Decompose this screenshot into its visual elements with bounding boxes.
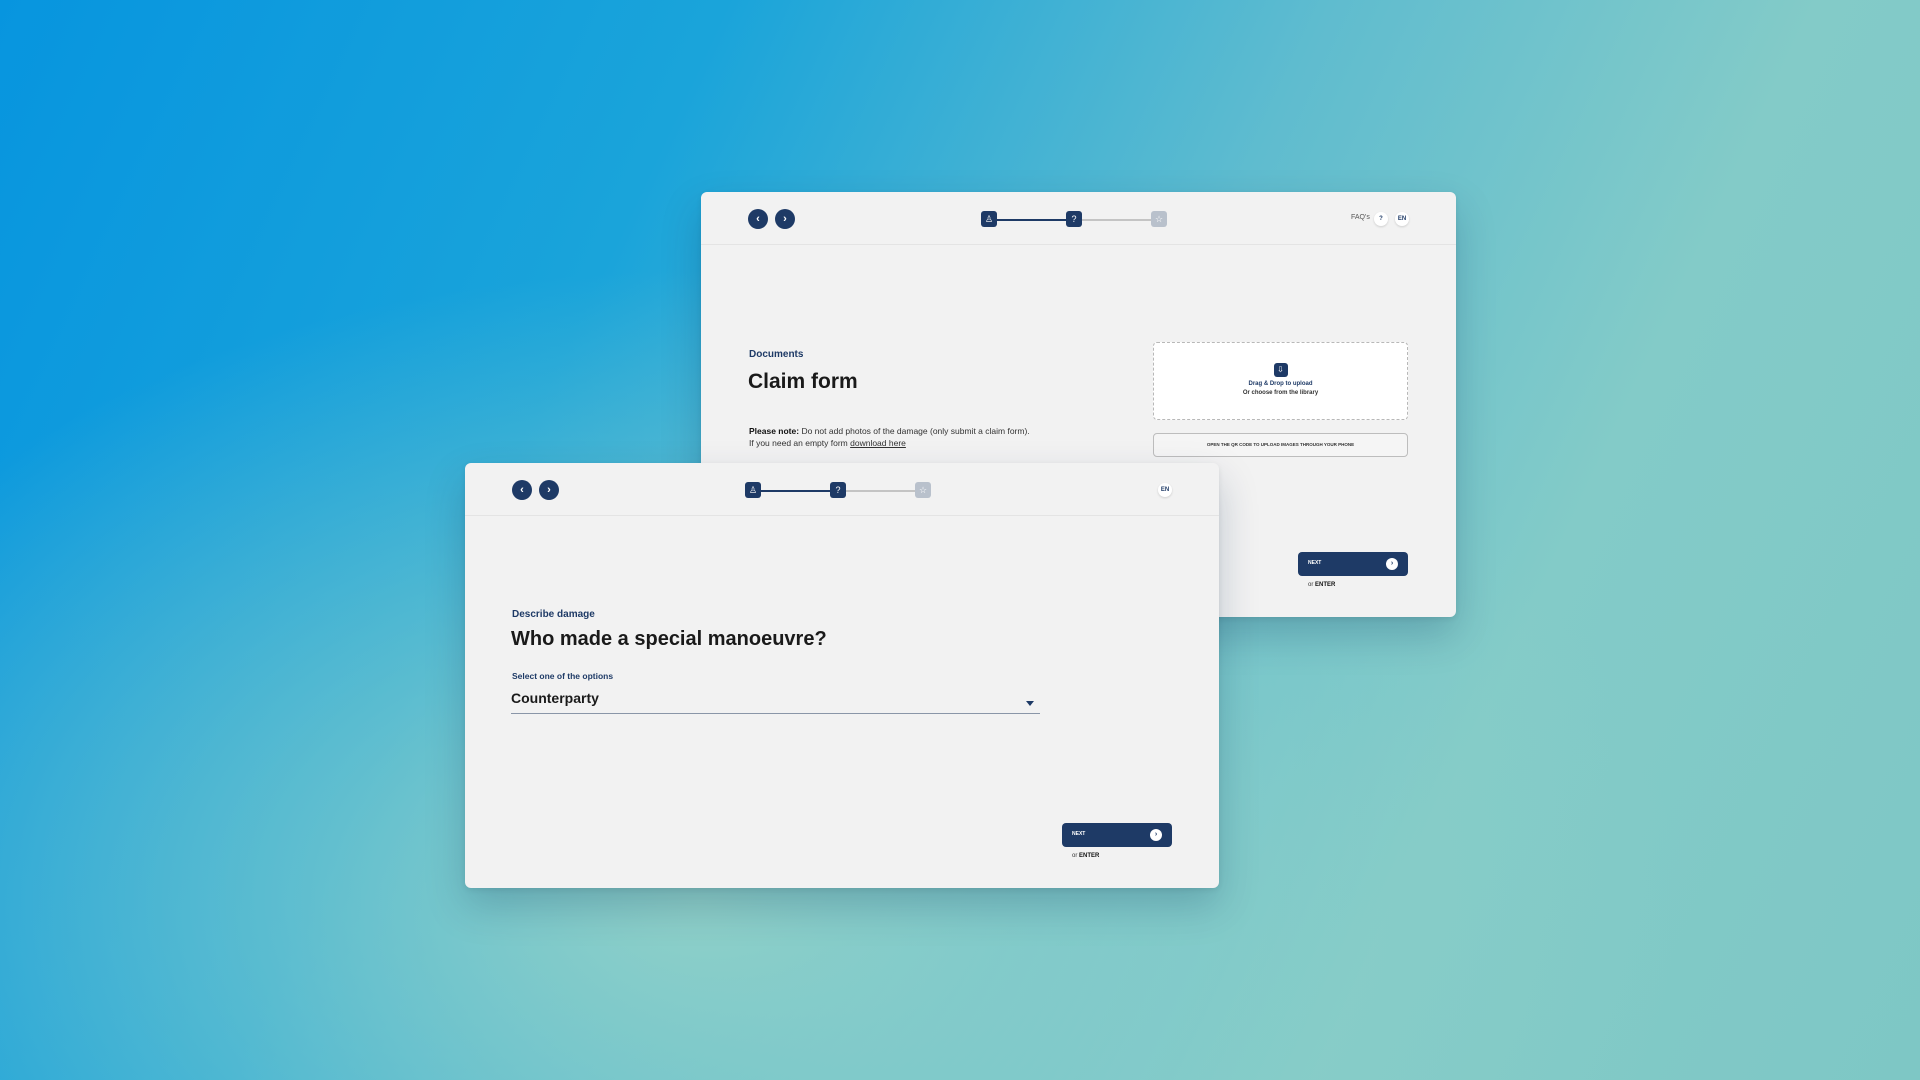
- section-eyebrow: Describe damage: [512, 609, 595, 620]
- page-title: Claim form: [748, 370, 858, 393]
- star-icon: ☆: [1154, 214, 1164, 224]
- describe-damage-window: ‹ › ♙ ? ☆ EN Describe damage Who made a …: [465, 463, 1219, 888]
- enter-hint: or ENTER: [1308, 582, 1335, 588]
- language-button[interactable]: EN: [1158, 483, 1172, 497]
- upload-icon: ⇩: [1273, 363, 1288, 377]
- step-questions[interactable]: ?: [1066, 211, 1082, 227]
- step-summary[interactable]: ☆: [915, 482, 931, 498]
- step-questions[interactable]: ?: [830, 482, 846, 498]
- section-eyebrow: Documents: [749, 349, 804, 360]
- dropzone-secondary-text[interactable]: Or choose from the library: [1154, 390, 1407, 396]
- dropzone-primary-text: Drag & Drop to upload: [1248, 381, 1313, 387]
- enter-prefix: or: [1072, 853, 1078, 859]
- question-icon: ?: [835, 485, 841, 495]
- next-label: NEXT: [1072, 831, 1086, 837]
- arrow-right-icon: ›: [1150, 829, 1162, 841]
- star-icon: ☆: [918, 485, 928, 495]
- enter-key: ENTER: [1079, 853, 1100, 859]
- top-bar: ‹ › ♙ ? ☆ FAQ's ? EN: [701, 192, 1456, 245]
- faq-button[interactable]: ?: [1374, 212, 1388, 226]
- question-icon: ?: [1071, 214, 1077, 224]
- chevron-right-icon: ›: [547, 484, 551, 496]
- step-personal[interactable]: ♙: [745, 482, 761, 498]
- step-connector-pending: [846, 490, 915, 492]
- enter-key: ENTER: [1315, 582, 1336, 588]
- step-connector-complete: [997, 219, 1066, 221]
- qr-code-button[interactable]: OPEN THE QR CODE TO UPLOAD IMAGES THROUG…: [1153, 433, 1408, 457]
- chevron-left-icon: ‹: [756, 213, 760, 225]
- enter-hint: or ENTER: [1072, 853, 1099, 859]
- select-value: Counterparty: [511, 690, 599, 706]
- next-label: NEXT: [1308, 560, 1322, 566]
- arrow-right-icon: ›: [1386, 558, 1398, 570]
- back-button[interactable]: ‹: [512, 480, 532, 500]
- user-icon: ♙: [748, 485, 758, 495]
- step-connector-complete: [761, 490, 830, 492]
- note-text: Please note: Do not add photos of the da…: [749, 425, 1030, 449]
- next-button[interactable]: NEXT ›: [1062, 823, 1172, 847]
- back-button[interactable]: ‹: [748, 209, 768, 229]
- step-connector-pending: [1082, 219, 1151, 221]
- chevron-right-icon: ›: [783, 213, 787, 225]
- question-title: Who made a special manoeuvre?: [511, 628, 827, 650]
- enter-prefix: or: [1308, 582, 1314, 588]
- note-bold: Please note:: [749, 426, 800, 436]
- step-summary[interactable]: ☆: [1151, 211, 1167, 227]
- user-icon: ♙: [984, 214, 994, 224]
- download-link[interactable]: download here: [850, 438, 906, 448]
- note-line2: If you need an empty form: [749, 438, 848, 448]
- note-body: Do not add photos of the damage (only su…: [801, 426, 1030, 436]
- question-icon: ?: [1379, 216, 1383, 222]
- upload-dropzone[interactable]: ⇩ Drag & Drop to upload Or choose from t…: [1153, 342, 1408, 420]
- chevron-left-icon: ‹: [520, 484, 524, 496]
- option-select[interactable]: Counterparty: [511, 688, 1040, 714]
- faq-link[interactable]: FAQ's: [1351, 214, 1370, 221]
- chevron-down-icon: [1026, 701, 1034, 706]
- select-label: Select one of the options: [512, 671, 614, 681]
- step-personal[interactable]: ♙: [981, 211, 997, 227]
- forward-button[interactable]: ›: [775, 209, 795, 229]
- language-button[interactable]: EN: [1395, 212, 1409, 226]
- top-bar: ‹ › ♙ ? ☆ EN: [465, 463, 1219, 516]
- forward-button[interactable]: ›: [539, 480, 559, 500]
- next-button[interactable]: NEXT ›: [1298, 552, 1408, 576]
